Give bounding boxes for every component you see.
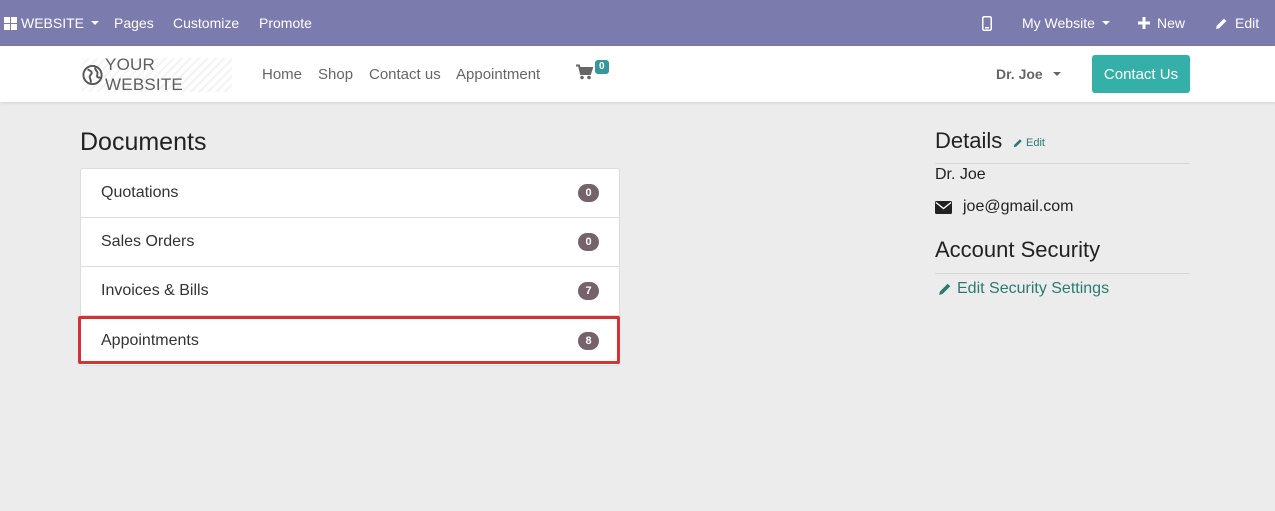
my-website-label: My Website bbox=[1022, 15, 1095, 31]
documents-list: Quotations 0 Sales Orders 0 Invoices & B… bbox=[80, 168, 620, 366]
count-badge: 7 bbox=[578, 282, 599, 300]
documents-item-label: Appointments bbox=[101, 331, 199, 349]
mobile-preview-button[interactable] bbox=[982, 0, 992, 46]
account-security-heading: Account Security bbox=[935, 237, 1101, 262]
envelope-icon bbox=[935, 200, 952, 214]
mobile-icon bbox=[982, 15, 992, 31]
edit-button[interactable]: Edit bbox=[1215, 0, 1259, 46]
contact-us-button[interactable]: Contact Us bbox=[1092, 55, 1190, 93]
nav-contact-link[interactable]: Contact us bbox=[369, 46, 441, 102]
cart-icon bbox=[576, 64, 594, 80]
contact-email: joe@gmail.com bbox=[963, 198, 1074, 215]
site-logo[interactable]: YOUR WEBSITE bbox=[82, 55, 232, 94]
documents-item-appointments[interactable]: Appointments 8 bbox=[81, 316, 619, 365]
apps-grid-icon bbox=[4, 16, 17, 30]
website-menu-label: WEBSITE bbox=[21, 15, 85, 31]
divider bbox=[935, 163, 1190, 164]
customize-menu[interactable]: Customize bbox=[173, 0, 239, 46]
documents-item-sales-orders[interactable]: Sales Orders 0 bbox=[81, 218, 619, 267]
edit-security-settings-label: Edit Security Settings bbox=[957, 280, 1110, 297]
divider bbox=[935, 273, 1190, 274]
documents-heading: Documents bbox=[80, 128, 207, 156]
nav-appointment-link[interactable]: Appointment bbox=[456, 46, 540, 102]
count-badge: 8 bbox=[578, 331, 599, 350]
logo-text: YOUR WEBSITE bbox=[105, 55, 183, 94]
edit-label: Edit bbox=[1235, 15, 1260, 31]
pencil-icon bbox=[1216, 18, 1227, 29]
count-badge: 0 bbox=[578, 233, 599, 251]
new-label: New bbox=[1157, 15, 1186, 31]
website-menu-button[interactable]: WEBSITE bbox=[4, 0, 100, 46]
promote-menu[interactable]: Promote bbox=[259, 0, 312, 46]
pencil-icon bbox=[1013, 139, 1022, 148]
chevron-down-icon bbox=[91, 21, 100, 25]
cart-button[interactable]: 0 bbox=[576, 60, 609, 85]
nav-home-link[interactable]: Home bbox=[262, 46, 302, 102]
globe-icon bbox=[82, 64, 103, 86]
documents-item-label: Invoices & Bills bbox=[101, 282, 209, 299]
edit-security-settings-link[interactable]: Edit Security Settings bbox=[938, 280, 1109, 298]
my-website-dropdown[interactable]: My Website bbox=[1022, 0, 1110, 46]
documents-item-label: Sales Orders bbox=[101, 233, 195, 250]
details-heading: Details bbox=[935, 128, 1003, 153]
cart-count-badge: 0 bbox=[595, 60, 609, 74]
new-button[interactable]: New bbox=[1138, 0, 1185, 46]
count-badge: 0 bbox=[578, 184, 599, 202]
pencil-icon bbox=[939, 283, 951, 295]
pages-menu[interactable]: Pages bbox=[114, 0, 154, 46]
documents-item-label: Quotations bbox=[101, 184, 179, 201]
details-edit-label: Edit bbox=[1026, 137, 1045, 149]
nav-shop-link[interactable]: Shop bbox=[318, 46, 353, 102]
contact-email-row: joe@gmail.com bbox=[935, 198, 1074, 216]
chevron-down-icon bbox=[1101, 21, 1110, 25]
admin-bar: WEBSITE Pages Customize Promote My Websi… bbox=[0, 0, 1275, 46]
chevron-down-icon bbox=[1052, 72, 1061, 76]
contact-name: Dr. Joe bbox=[935, 166, 986, 183]
details-edit-link[interactable]: Edit bbox=[1013, 137, 1045, 149]
user-dropdown[interactable]: Dr. Joe bbox=[996, 46, 1061, 102]
user-name: Dr. Joe bbox=[996, 66, 1043, 82]
documents-item-invoices-bills[interactable]: Invoices & Bills 7 bbox=[81, 267, 619, 316]
site-navbar: YOUR WEBSITE Home Shop Contact us Appoin… bbox=[0, 46, 1275, 102]
plus-icon bbox=[1138, 17, 1150, 29]
documents-item-quotations[interactable]: Quotations 0 bbox=[81, 169, 619, 218]
